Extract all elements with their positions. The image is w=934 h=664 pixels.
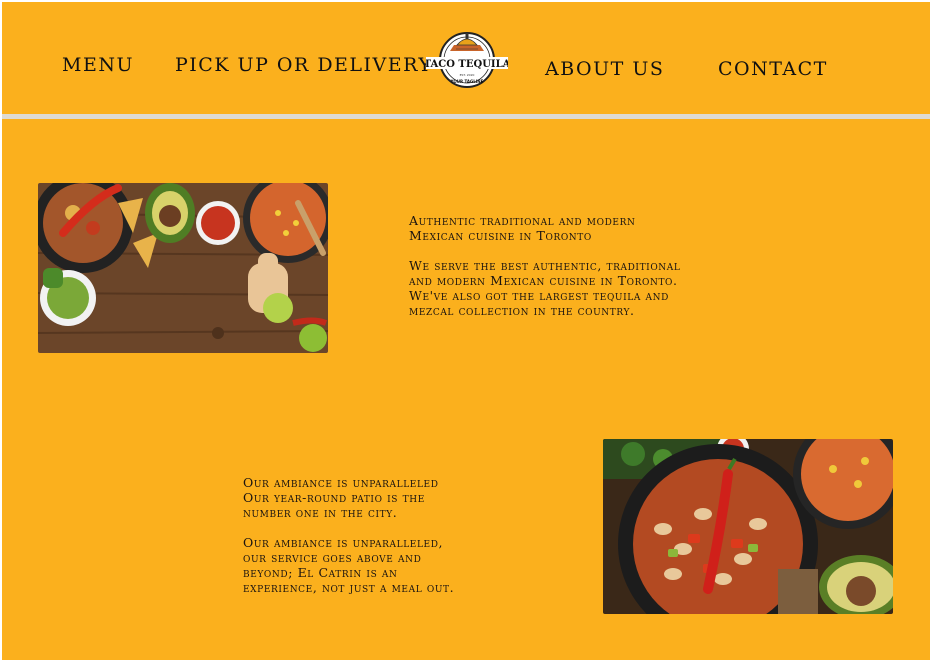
- section2-text: Our ambiance is unparalleled Our year-ro…: [243, 475, 573, 595]
- section1-text: Authentic traditional and modern Mexican…: [409, 213, 739, 318]
- mexican-food-spread-photo: [38, 183, 328, 353]
- logo-est-text: EST. 2020: [460, 73, 475, 77]
- section2-heading-line3: number one in the city.: [243, 505, 398, 520]
- taco-tequila-logo[interactable]: TACO TEQUILA EST. 2020 YOUR TAGLINE: [426, 29, 508, 91]
- nav-menu-link[interactable]: MENU: [62, 54, 134, 76]
- section1-body-line4: mezcal collection in the country.: [409, 303, 635, 318]
- nav-about-link[interactable]: ABOUT US: [545, 58, 664, 80]
- section2-heading-line1: Our ambiance is unparalleled: [243, 475, 439, 490]
- header-divider: [2, 114, 930, 119]
- section2-body-line3: beyond; El Catrin is an: [243, 565, 398, 580]
- logo-name-text: TACO TEQUILA: [426, 59, 508, 70]
- section2-heading-line2: Our year-round patio is the: [243, 490, 425, 505]
- section2-body-line1: Our ambiance is unparalleled,: [243, 535, 444, 550]
- section2-body-line4: experience, not just a meal out.: [243, 580, 455, 595]
- chili-bean-dish-photo: [603, 439, 893, 614]
- section1-body-line1: We serve the best authentic, traditional: [409, 258, 681, 273]
- section1-body-line2: and modern Mexican cuisine in Toronto.: [409, 273, 678, 288]
- page-frame: MENU PICK UP OR DELIVERY TACO TEQUILA ES…: [2, 2, 930, 660]
- section2-body-line2: our service goes above and: [243, 550, 422, 565]
- nav-contact-link[interactable]: CONTACT: [718, 58, 828, 80]
- section1-body-line3: We've also got the largest tequila and: [409, 288, 669, 303]
- top-navigation: MENU PICK UP OR DELIVERY TACO TEQUILA ES…: [2, 2, 930, 114]
- section1-heading-line2: Mexican cuisine in Toronto: [409, 228, 592, 243]
- logo-tagline-text: YOUR TAGLINE: [450, 79, 484, 84]
- section1-heading-line1: Authentic traditional and modern: [409, 213, 636, 228]
- nav-pickup-delivery-link[interactable]: PICK UP OR DELIVERY: [175, 54, 432, 76]
